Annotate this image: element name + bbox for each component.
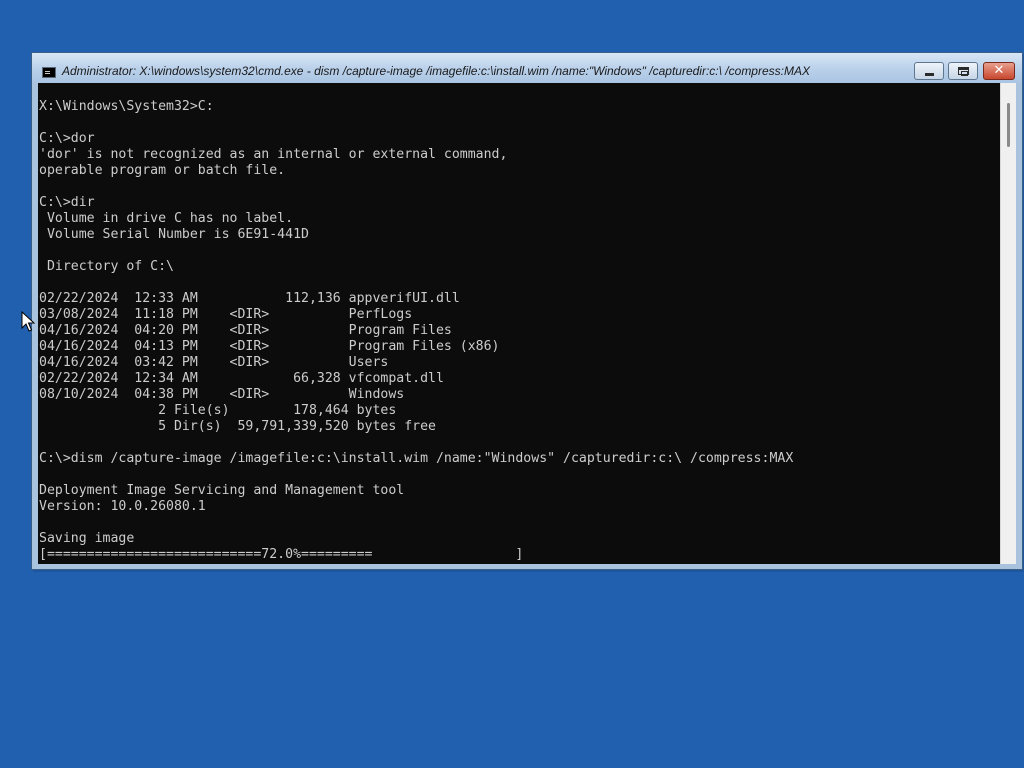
close-icon: ✕ (993, 63, 1005, 78)
maximize-button[interactable] (948, 62, 978, 80)
console-line: Version: 10.0.26080.1 (39, 499, 206, 514)
console-line: X:\Windows\System32>C: (39, 99, 214, 114)
console-line: 5 Dir(s) 59,791,339,520 bytes free (39, 419, 436, 434)
console-line: Saving image (39, 531, 135, 546)
title-bar[interactable]: Administrator: X:\windows\system32\cmd.e… (32, 53, 1022, 83)
console-line: 04/16/2024 03:42 PM <DIR> Users (39, 355, 389, 370)
maximize-icon (958, 67, 969, 76)
console-output[interactable]: X:\Windows\System32>C: C:\>dor'dor' is no… (38, 83, 1000, 564)
console-line: operable program or batch file. (39, 163, 286, 178)
console-line: [===========================72.0%=======… (39, 547, 524, 562)
console-line: C:\>dor (39, 131, 95, 146)
console-line: Directory of C:\ (39, 259, 174, 274)
console-line: Volume in drive C has no label. (39, 211, 294, 226)
close-button[interactable]: ✕ (983, 62, 1015, 80)
console-line: C:\>dir (39, 195, 95, 210)
console-line: Deployment Image Servicing and Managemen… (39, 483, 405, 498)
console-line: 02/22/2024 12:33 AM 112,136 appverifUI.d… (39, 291, 460, 306)
console-line: 02/22/2024 12:34 AM 66,328 vfcompat.dll (39, 371, 444, 386)
minimize-icon (925, 73, 934, 76)
console-line: 2 File(s) 178,464 bytes (39, 403, 397, 418)
console-line: C:\>dism /capture-image /imagefile:c:\in… (39, 451, 794, 466)
console-line: 'dor' is not recognized as an internal o… (39, 147, 508, 162)
cmd-window: Administrator: X:\windows\system32\cmd.e… (31, 52, 1023, 570)
console-line: Volume Serial Number is 6E91-441D (39, 227, 309, 242)
console-line: 04/16/2024 04:20 PM <DIR> Program Files (39, 323, 452, 338)
console-line: 08/10/2024 04:38 PM <DIR> Windows (39, 387, 405, 402)
console-line: 04/16/2024 04:13 PM <DIR> Program Files … (39, 339, 500, 354)
mouse-pointer-icon (21, 311, 35, 332)
scrollbar-thumb[interactable] (1007, 103, 1010, 147)
vertical-scrollbar[interactable] (1000, 83, 1016, 564)
cmd-app-icon[interactable] (42, 67, 56, 78)
console-line: 03/08/2024 11:18 PM <DIR> PerfLogs (39, 307, 413, 322)
window-title: Administrator: X:\windows\system32\cmd.e… (62, 64, 810, 78)
minimize-button[interactable] (914, 62, 944, 80)
